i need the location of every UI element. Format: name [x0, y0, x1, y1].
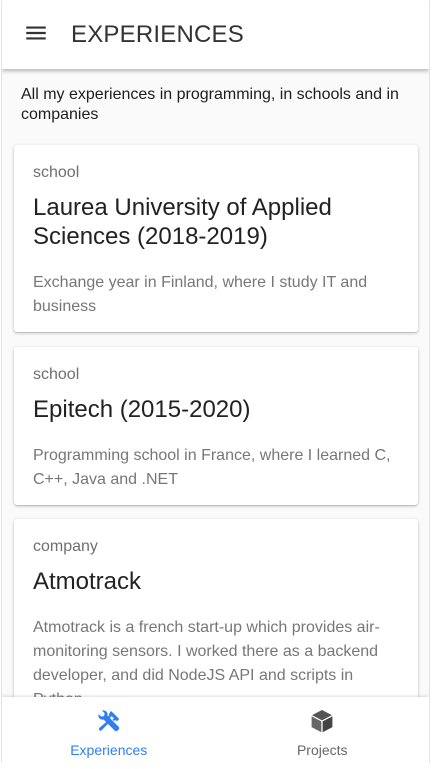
nav-item-projects[interactable]: Projects [216, 697, 430, 763]
experience-card[interactable]: school Epitech (2015-2020) Programming s… [14, 347, 418, 505]
experience-type: school [33, 164, 80, 181]
experiences-list[interactable]: All my experiences in programming, in sc… [2, 69, 429, 697]
experience-description: Exchange year in Finland, where I study … [33, 274, 368, 315]
experience-description: Programming school in France, where I le… [33, 447, 391, 488]
page-title: EXPERIENCES [71, 21, 244, 48]
nav-item-experiences[interactable]: Experiences [2, 697, 216, 763]
experience-description: Atmotrack is a french start-up which pro… [33, 619, 380, 697]
experience-title: Laurea University of Applied Sciences (2… [33, 194, 332, 250]
experience-type: company [33, 538, 98, 555]
nav-label-projects: Projects [296, 742, 348, 758]
tools-icon [96, 708, 122, 739]
nav-label-experiences: Experiences [70, 742, 148, 758]
app-bar: EXPERIENCES [2, 1, 429, 69]
experience-title: Atmotrack [33, 568, 142, 595]
cube-icon [309, 708, 335, 739]
experience-card[interactable]: school Laurea University of Applied Scie… [14, 145, 418, 332]
app-frame: EXPERIENCES All my experiences in progra… [1, 1, 430, 763]
bottom-navigation: Experiences Projects [2, 697, 429, 763]
hamburger-menu-icon [23, 20, 49, 51]
experience-card[interactable]: company Atmotrack Atmotrack is a french … [14, 519, 418, 697]
experience-title: Epitech (2015-2020) [33, 396, 251, 423]
experience-type: school [33, 366, 80, 383]
intro-text: All my experiences in programming, in sc… [21, 86, 399, 123]
menu-button[interactable] [2, 1, 70, 69]
